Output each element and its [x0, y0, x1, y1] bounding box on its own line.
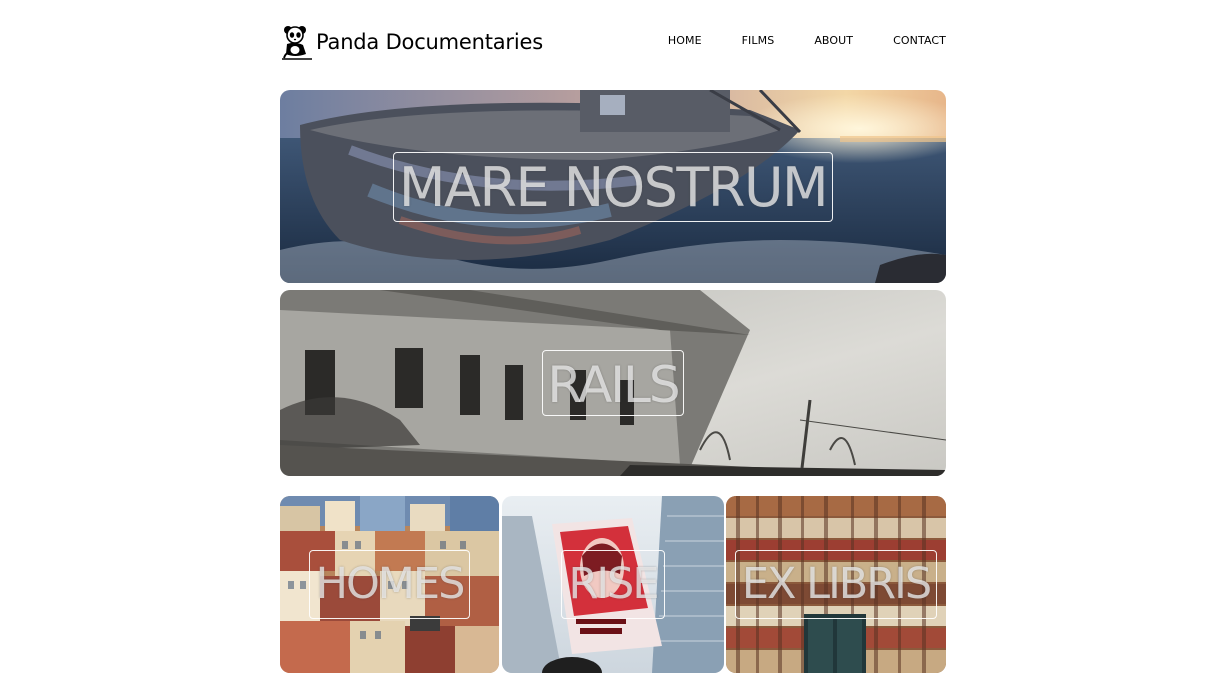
nav-contact[interactable]: CONTACT [893, 34, 946, 47]
film-card-homes[interactable]: HOMES [280, 496, 499, 673]
film-card-mare-nostrum[interactable]: MARE NOSTRUM [280, 90, 946, 283]
film-title: MARE NOSTRUM [392, 151, 834, 222]
film-card-rails[interactable]: RAILS [280, 290, 946, 476]
main-nav: HOME FILMS ABOUT CONTACT [668, 34, 946, 47]
nav-films[interactable]: FILMS [742, 34, 775, 47]
film-card-ex-libris[interactable]: EX LIBRIS [726, 496, 946, 673]
nav-about[interactable]: ABOUT [814, 34, 853, 47]
site-header: Panda Documentaries HOME FILMS ABOUT CON… [280, 22, 946, 62]
film-title: HOMES [308, 550, 471, 619]
brand-name: Panda Documentaries [316, 30, 543, 54]
film-title: RISE [561, 550, 665, 619]
nav-home[interactable]: HOME [668, 34, 702, 47]
brand-logo-link[interactable]: Panda Documentaries [280, 22, 543, 62]
panda-icon [282, 26, 312, 60]
film-card-rise[interactable]: RISE [502, 496, 724, 673]
film-title: RAILS [542, 350, 684, 416]
film-title: EX LIBRIS [734, 550, 938, 619]
